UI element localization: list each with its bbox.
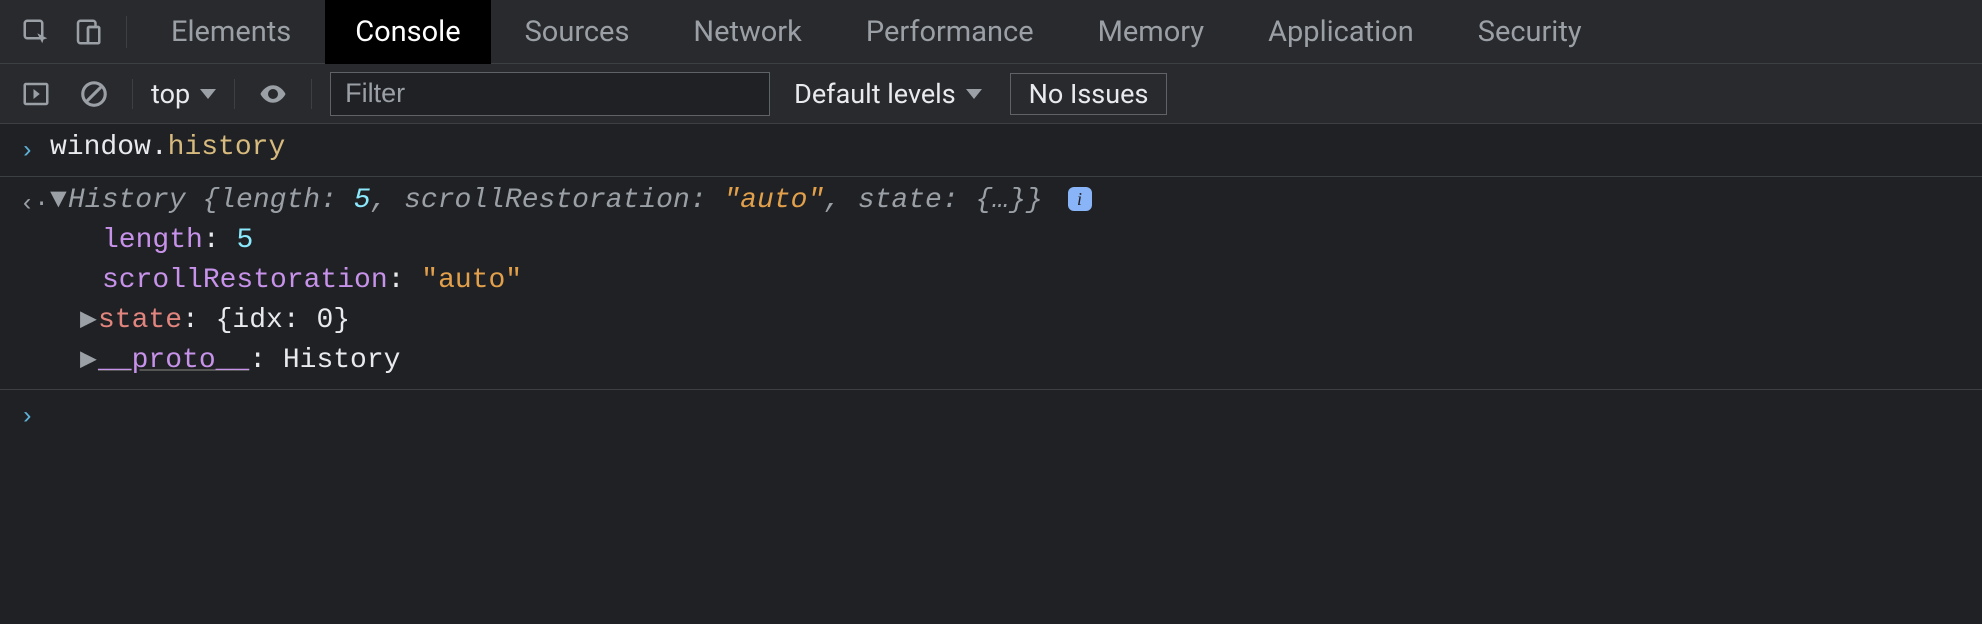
tab-application[interactable]: Application	[1238, 0, 1444, 64]
console-prompt[interactable]: ›	[0, 390, 1982, 438]
filter-input[interactable]	[330, 72, 770, 116]
object-summary[interactable]: ▼History {length: 5, scrollRestoration: …	[50, 181, 1982, 221]
input-caret-icon: ›	[20, 398, 50, 438]
object-prop-scrollrestoration[interactable]: scrollRestoration: "auto"	[50, 261, 1982, 301]
chevron-down-icon	[966, 89, 982, 99]
tab-sources[interactable]: Sources	[495, 0, 660, 64]
toggle-sidebar-icon[interactable]	[16, 74, 56, 114]
object-prop-proto[interactable]: ▶__proto__: History	[50, 341, 1982, 381]
object-prop-length[interactable]: length: 5	[50, 221, 1982, 261]
divider	[132, 79, 133, 109]
chevron-down-icon	[200, 89, 216, 99]
console-output: › window.history ‹· ▼History {length: 5,…	[0, 124, 1982, 438]
divider	[126, 16, 127, 48]
tab-memory[interactable]: Memory	[1068, 0, 1234, 64]
divider	[234, 79, 235, 109]
divider	[311, 79, 312, 109]
console-input-row: › window.history	[0, 124, 1982, 177]
device-toolbar-icon[interactable]	[64, 8, 112, 56]
tab-network[interactable]: Network	[663, 0, 831, 64]
tab-elements[interactable]: Elements	[141, 0, 321, 64]
expand-toggle-icon[interactable]: ▶	[80, 301, 98, 341]
clear-console-icon[interactable]	[74, 74, 114, 114]
console-input-text: window.history	[50, 128, 1982, 168]
input-caret-icon: ›	[20, 128, 50, 172]
console-output-row: ‹· ▼History {length: 5, scrollRestoratio…	[0, 177, 1982, 390]
issues-button[interactable]: No Issues	[1010, 73, 1168, 115]
devtools-tabbar: Elements Console Sources Network Perform…	[0, 0, 1982, 64]
tab-console[interactable]: Console	[325, 0, 490, 64]
levels-label: Default levels	[794, 78, 956, 110]
console-toolbar: top Default levels No Issues	[0, 64, 1982, 124]
output-caret-icon: ‹·	[20, 181, 50, 225]
tab-performance[interactable]: Performance	[836, 0, 1064, 64]
log-levels-selector[interactable]: Default levels	[794, 78, 982, 110]
live-expression-eye-icon[interactable]	[253, 74, 293, 114]
tab-security[interactable]: Security	[1448, 0, 1612, 64]
context-selector[interactable]: top	[151, 78, 216, 110]
inspect-element-icon[interactable]	[12, 8, 60, 56]
info-icon[interactable]: i	[1068, 187, 1092, 211]
object-prop-state[interactable]: ▶state: {idx: 0}	[50, 301, 1982, 341]
context-label: top	[151, 78, 190, 110]
expand-toggle-icon[interactable]: ▶	[80, 341, 98, 381]
expand-toggle-icon[interactable]: ▼	[50, 181, 68, 221]
